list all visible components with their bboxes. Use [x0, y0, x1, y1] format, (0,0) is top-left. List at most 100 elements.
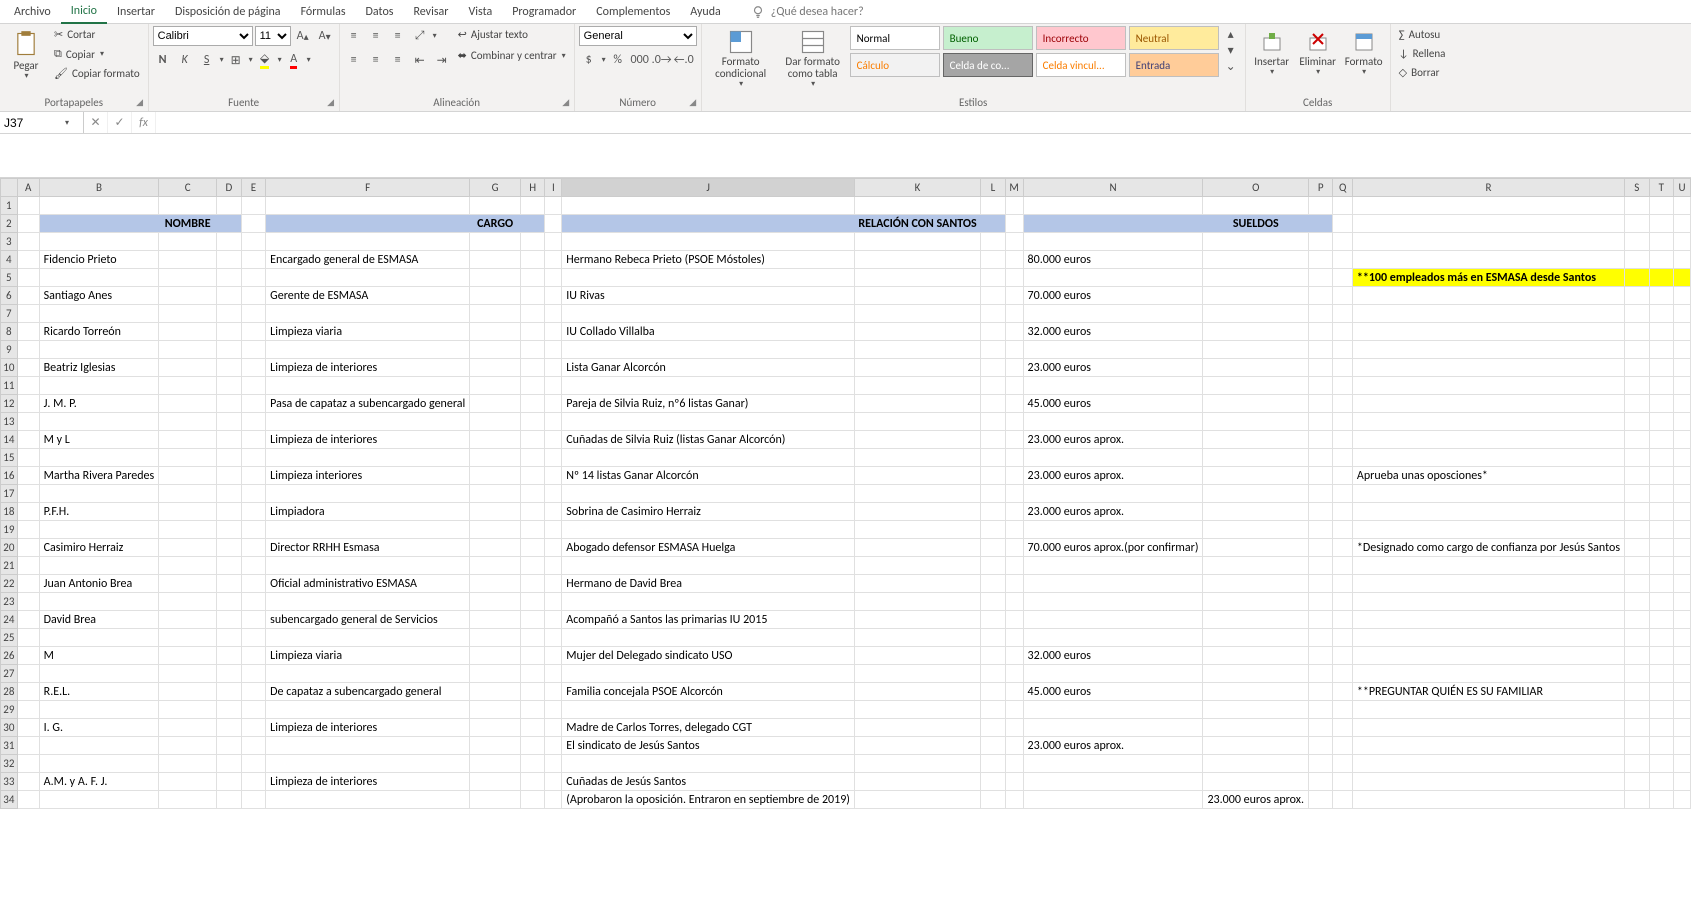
cell-A27[interactable]: [17, 665, 39, 683]
cell-B17[interactable]: [39, 485, 159, 503]
cell-E13[interactable]: [241, 413, 266, 431]
cell-H10[interactable]: [520, 359, 545, 377]
cell-T20[interactable]: [1649, 539, 1674, 557]
column-header-L[interactable]: L: [981, 179, 1006, 197]
cell-N10[interactable]: 23.000 euros: [1023, 359, 1203, 377]
cell-S4[interactable]: [1625, 251, 1650, 269]
cell-U24[interactable]: [1674, 611, 1691, 629]
cell-N9[interactable]: [1023, 341, 1203, 359]
cell-F33[interactable]: Limpieza de interiores: [266, 773, 470, 791]
cell-D9[interactable]: [217, 341, 242, 359]
cell-R14[interactable]: [1352, 431, 1624, 449]
cell-O1[interactable]: [1203, 197, 1309, 215]
tab-complementos[interactable]: Complementos: [586, 1, 680, 23]
cell-T31[interactable]: [1649, 737, 1674, 755]
font-size-combo[interactable]: 11: [255, 26, 291, 46]
cell-K29[interactable]: [854, 701, 980, 719]
cell-B32[interactable]: [39, 755, 159, 773]
cell-Q7[interactable]: [1333, 305, 1352, 323]
cell-E28[interactable]: [241, 683, 266, 701]
cell-F1[interactable]: [266, 197, 470, 215]
row-header-5[interactable]: 5: [1, 269, 18, 287]
cell-T29[interactable]: [1649, 701, 1674, 719]
cell-J7[interactable]: [562, 305, 855, 323]
cell-A16[interactable]: [17, 467, 39, 485]
cell-I22[interactable]: [545, 575, 562, 593]
cell-S29[interactable]: [1625, 701, 1650, 719]
cell-E15[interactable]: [241, 449, 266, 467]
cell-N16[interactable]: 23.000 euros aprox.: [1023, 467, 1203, 485]
font-color-button[interactable]: A: [284, 50, 304, 70]
cell-N20[interactable]: 70.000 euros aprox.(por confirmar): [1023, 539, 1203, 557]
row-header-29[interactable]: 29: [1, 701, 18, 719]
cell-Q34[interactable]: [1333, 791, 1352, 809]
cell-M29[interactable]: [1005, 701, 1023, 719]
cell-A19[interactable]: [17, 521, 39, 539]
cell-I1[interactable]: [545, 197, 562, 215]
cell-B8[interactable]: Ricardo Torreón: [39, 323, 159, 341]
cell-B19[interactable]: [39, 521, 159, 539]
cell-F28[interactable]: De capataz a subencargado general: [266, 683, 470, 701]
cell-R10[interactable]: [1352, 359, 1624, 377]
cell-P6[interactable]: [1308, 287, 1333, 305]
cell-G18[interactable]: [470, 503, 521, 521]
cell-N8[interactable]: 32.000 euros: [1023, 323, 1203, 341]
cell-L12[interactable]: [981, 395, 1006, 413]
cell-U33[interactable]: [1674, 773, 1691, 791]
cell-P5[interactable]: [1308, 269, 1333, 287]
cell-A22[interactable]: [17, 575, 39, 593]
cell-C3[interactable]: [159, 233, 217, 251]
cell-T28[interactable]: [1649, 683, 1674, 701]
delete-cells-button[interactable]: Eliminar▾: [1296, 26, 1340, 79]
cell-K24[interactable]: [854, 611, 980, 629]
cell-C29[interactable]: [159, 701, 217, 719]
cell-F19[interactable]: [266, 521, 470, 539]
cell-M26[interactable]: [1005, 647, 1023, 665]
cell-B12[interactable]: J. M. P.: [39, 395, 159, 413]
cell-O5[interactable]: [1203, 269, 1309, 287]
fill-color-button[interactable]: ⬙: [255, 50, 275, 70]
cell-B20[interactable]: Casimiro Herraiz: [39, 539, 159, 557]
cell-H32[interactable]: [520, 755, 545, 773]
row-header-27[interactable]: 27: [1, 665, 18, 683]
alignment-dialog-launcher[interactable]: ◢: [560, 97, 572, 109]
cell-U23[interactable]: [1674, 593, 1691, 611]
cell-E31[interactable]: [241, 737, 266, 755]
cell-T25[interactable]: [1649, 629, 1674, 647]
cell-I2[interactable]: [545, 215, 562, 233]
row-header-21[interactable]: 21: [1, 557, 18, 575]
cell-F24[interactable]: subencargado general de Servicios: [266, 611, 470, 629]
cell-N27[interactable]: [1023, 665, 1203, 683]
cell-U25[interactable]: [1674, 629, 1691, 647]
cell-H31[interactable]: [520, 737, 545, 755]
cell-A5[interactable]: [17, 269, 39, 287]
cell-J34[interactable]: (Aprobaron la oposición. Entraron en sep…: [562, 791, 855, 809]
cell-E11[interactable]: [241, 377, 266, 395]
cell-L7[interactable]: [981, 305, 1006, 323]
cell-P33[interactable]: [1308, 773, 1333, 791]
cell-C24[interactable]: [159, 611, 217, 629]
format-painter-button[interactable]: 🖌Copiar formato: [50, 65, 144, 82]
cell-L1[interactable]: [981, 197, 1006, 215]
cell-L32[interactable]: [981, 755, 1006, 773]
cell-Q33[interactable]: [1333, 773, 1352, 791]
cell-D13[interactable]: [217, 413, 242, 431]
cell-U4[interactable]: [1674, 251, 1691, 269]
column-header-H[interactable]: H: [520, 179, 545, 197]
cell-L10[interactable]: [981, 359, 1006, 377]
cell-D25[interactable]: [217, 629, 242, 647]
cell-L4[interactable]: [981, 251, 1006, 269]
cell-A14[interactable]: [17, 431, 39, 449]
style-normal[interactable]: Normal: [850, 26, 940, 50]
cell-H17[interactable]: [520, 485, 545, 503]
cell-B14[interactable]: M y L: [39, 431, 159, 449]
cell-G5[interactable]: [470, 269, 521, 287]
cell-U20[interactable]: [1674, 539, 1691, 557]
paste-button[interactable]: Pegar ▾: [4, 26, 48, 83]
cell-G10[interactable]: [470, 359, 521, 377]
borders-button[interactable]: ⊞: [226, 50, 246, 70]
column-header-D[interactable]: D: [217, 179, 242, 197]
cell-Q28[interactable]: [1333, 683, 1352, 701]
cell-H23[interactable]: [520, 593, 545, 611]
cell-A34[interactable]: [17, 791, 39, 809]
